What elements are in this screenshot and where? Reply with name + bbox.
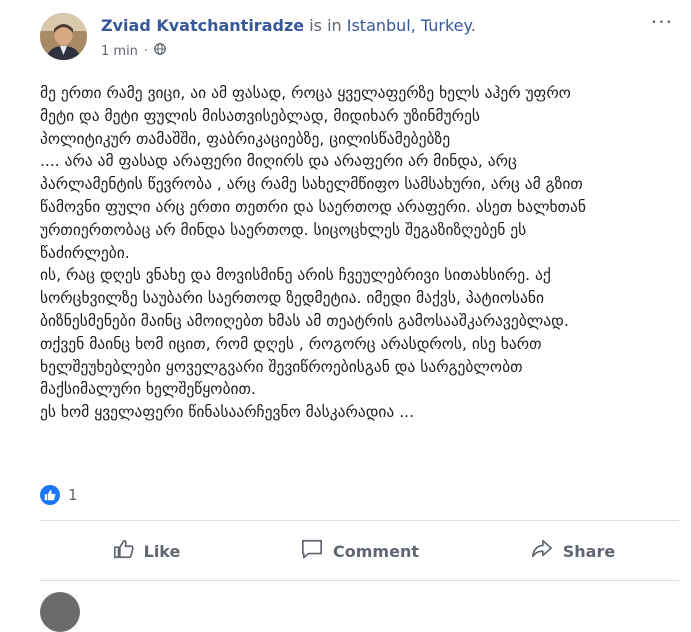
- post-text-line: ურთიერთობაც არ მინდა საერთოდ. სიცოცხლეს …: [40, 220, 527, 239]
- author-avatar[interactable]: [40, 13, 87, 60]
- post-text-line: ბიზნესმენები მაინც ამოიღებთ ხმას ამ თეატ…: [40, 311, 569, 330]
- post-text-line: პარლამენტის წევრობა , არც რამე სახელმწიფ…: [40, 175, 583, 194]
- author-name[interactable]: Zviad Kvatchantiradze: [101, 16, 304, 35]
- location-link[interactable]: Istanbul, Turkey: [347, 16, 471, 35]
- meta-separator: ·: [143, 43, 149, 59]
- facebook-post: Zviad Kvatchantiradze is in Istanbul, Tu…: [0, 0, 691, 632]
- like-label: Like: [143, 541, 181, 561]
- share-label: Share: [562, 541, 616, 561]
- divider: [40, 580, 679, 581]
- post-text-line: .... არა ამ ფასად არაფერი მიღირს და არაფ…: [40, 152, 517, 171]
- more-options-icon[interactable]: ···: [651, 10, 673, 34]
- post-text-line: წამოვნი ფული არც ერთი თეთრი და საერთოდ ა…: [40, 197, 586, 216]
- globe-icon[interactable]: [154, 43, 166, 59]
- post-text-line: ეს ხომ ყველაფერი წინასაარჩევნო მასკარადი…: [40, 403, 415, 422]
- reaction-summary[interactable]: 1: [40, 485, 78, 505]
- checkin-text: is in: [304, 16, 347, 35]
- like-button[interactable]: Like: [40, 528, 253, 574]
- thumbs-up-icon: [113, 538, 135, 564]
- post-text-line: ის, რაც დღეს ვნახე და მოვისმინე არის ჩვე…: [40, 266, 551, 285]
- post-text-line: მე ერთი რამე ვიცი, აი ამ ფასად, როცა ყვე…: [40, 84, 571, 102]
- post-timestamp[interactable]: 1 min: [101, 44, 138, 59]
- share-button[interactable]: Share: [466, 528, 679, 574]
- comment-button[interactable]: Comment: [253, 528, 466, 574]
- post-text-line: ხელშეუხებლები ყოველგვარი შევიწროებისგან …: [40, 357, 523, 376]
- like-reaction-icon: [40, 485, 60, 505]
- action-bar: Like Comment Share: [40, 528, 679, 574]
- post-text-line: წაძირლები.: [40, 243, 130, 262]
- divider: [40, 520, 679, 521]
- post-header: Zviad Kvatchantiradze is in Istanbul, Tu…: [101, 15, 476, 37]
- post-meta: 1 min ·: [101, 43, 166, 59]
- location-suffix: .: [470, 16, 476, 35]
- avatar-photo-icon: [40, 13, 87, 60]
- post-text-line: სორცხვილზე საუბარი საერთოდ ზედმეტია. იმე…: [40, 289, 544, 308]
- post-text-line: თქვენ მაინც ხომ იცით, რომ დღეს , როგორც …: [40, 334, 542, 353]
- comment-bubble-icon: [300, 538, 324, 564]
- post-text-line: მაქსიმალური ხელშეწყობით.: [40, 380, 256, 399]
- reaction-count: 1: [68, 486, 78, 504]
- post-text-line: მეტი და მეტი ფულის მისათვისებლად, მიდიხა…: [40, 106, 480, 125]
- comment-label: Comment: [333, 541, 419, 561]
- share-arrow-icon: [530, 538, 554, 564]
- post-text-line: პოლიტიკურ თამაშში, ფაბრიკაციებზე, ცილისწ…: [40, 129, 451, 148]
- post-body: მე ერთი რამე ვიცი, აი ამ ფასად, როცა ყვე…: [40, 82, 680, 424]
- commenter-avatar[interactable]: [40, 592, 80, 632]
